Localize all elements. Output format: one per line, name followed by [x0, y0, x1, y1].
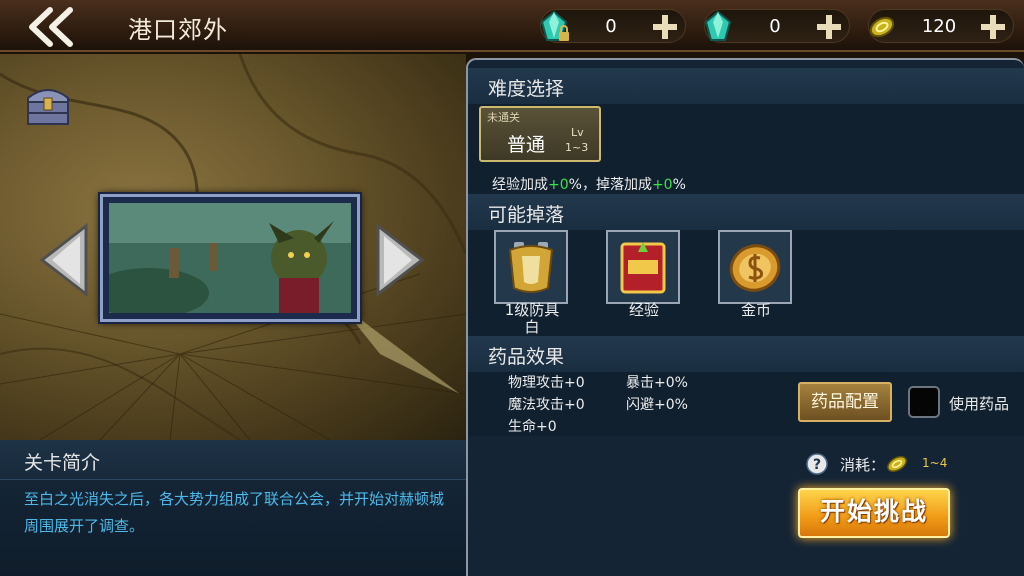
use-potion-label: 使用药品: [949, 395, 1010, 413]
treasure-chest-icon[interactable]: [22, 80, 74, 128]
help-icon[interactable]: ?: [806, 453, 828, 475]
armor-icon: [508, 242, 554, 293]
top-bar: 港口郊外 0 0 120: [0, 0, 1024, 52]
stage-detail-panel: 难度选择 未通关 普通 Lv 1~3 经验加成+0%，掉落加成+0% 可能掉落 …: [466, 58, 1024, 576]
gold-coin-icon: [729, 244, 781, 292]
coin-icon: [887, 456, 907, 472]
locked-gem-icon: [540, 10, 569, 41]
resource-value: 0: [605, 16, 617, 37]
resource-locked-gem: 0: [540, 9, 686, 43]
stat-crit: 暴击+0%: [626, 375, 688, 391]
start-challenge-button[interactable]: 开始挑战: [798, 488, 950, 538]
stat-hp: 生命+0: [508, 419, 557, 435]
clear-status: 未通关: [487, 111, 520, 124]
previous-stage-button[interactable]: [38, 220, 90, 300]
drop-label-line: 经验: [628, 301, 659, 319]
drop-label-line: 金币: [740, 301, 771, 319]
gem-icon: [704, 10, 732, 41]
exp-bonus-value: +0: [548, 177, 569, 193]
drop-item-gold-label: 金币: [706, 302, 806, 319]
resource-value: 0: [769, 16, 781, 37]
resource-gem: 0: [704, 9, 850, 43]
cost-label: 消耗：: [840, 456, 886, 474]
drop-item-exp-label: 经验: [594, 302, 694, 319]
drop-bonus-label: 掉落加成: [595, 177, 652, 193]
drop-bonus-value: +0: [651, 177, 673, 193]
intro-title: 关卡简介: [24, 452, 101, 474]
drops-header: 可能掉落: [468, 194, 1024, 230]
use-potion-checkbox[interactable]: [908, 386, 940, 418]
svg-text:?: ?: [813, 457, 821, 473]
drops-title: 可能掉落: [488, 204, 565, 226]
bonus-text: 经验加成+0%，掉落加成+0%: [492, 174, 686, 194]
double-chevron-left-icon: [29, 7, 73, 47]
drop-item-gold[interactable]: [718, 230, 792, 304]
resource-coin: 120: [868, 9, 1014, 43]
exp-book-icon: [620, 242, 666, 294]
world-map: [0, 54, 466, 440]
drop-label-line: 1级防具: [504, 301, 560, 319]
difficulty-header: 难度选择: [468, 68, 1024, 104]
back-button[interactable]: [22, 6, 82, 48]
difficulty-normal-button[interactable]: 未通关 普通 Lv 1~3: [479, 106, 601, 162]
coin-icon: [869, 16, 895, 38]
drop-item-armor[interactable]: [494, 230, 568, 304]
page-title: 港口郊外: [128, 16, 228, 44]
plus-icon[interactable]: [815, 13, 843, 41]
difficulty-label: 普通: [507, 134, 546, 156]
potion-title: 药品效果: [488, 346, 565, 368]
intro-text: 至白之光消失之后，各大势力组成了联合公会，并开始对赫顿城周围展开了调查。: [24, 490, 445, 535]
triangle-right-icon: [376, 222, 425, 298]
stat-physical-attack: 物理攻击+0: [508, 375, 585, 391]
triangle-left-icon: [39, 222, 88, 298]
stage-scene-illustration: [109, 203, 351, 313]
stat-magic-attack: 魔法攻击+0: [508, 397, 585, 413]
drop-item-exp[interactable]: [606, 230, 680, 304]
resource-value: 120: [921, 16, 957, 37]
stage-intro-panel: 关卡简介 至白之光消失之后，各大势力组成了联合公会，并开始对赫顿城周围展开了调查…: [0, 440, 466, 576]
level-range: 1~3: [565, 141, 589, 154]
level-label: Lv: [571, 126, 584, 139]
potion-config-button[interactable]: 药品配置: [798, 382, 892, 422]
cost-value: 1~4: [922, 456, 948, 470]
exp-bonus-label: 经验加成: [492, 177, 548, 193]
stage-preview-image: [100, 194, 360, 322]
potion-header: 药品效果: [468, 336, 1024, 372]
drop-item-armor-label: 1级防具 白: [482, 302, 582, 336]
next-stage-button[interactable]: [374, 220, 426, 300]
intro-header: 关卡简介: [0, 440, 466, 480]
plus-icon[interactable]: [979, 13, 1007, 41]
bonus-separator: %，: [568, 177, 596, 193]
drop-label-line: 白: [524, 318, 540, 336]
stat-dodge: 闪避+0%: [626, 397, 688, 413]
plus-icon[interactable]: [651, 13, 679, 41]
bonus-percent: %: [672, 177, 686, 193]
difficulty-title: 难度选择: [488, 78, 565, 100]
